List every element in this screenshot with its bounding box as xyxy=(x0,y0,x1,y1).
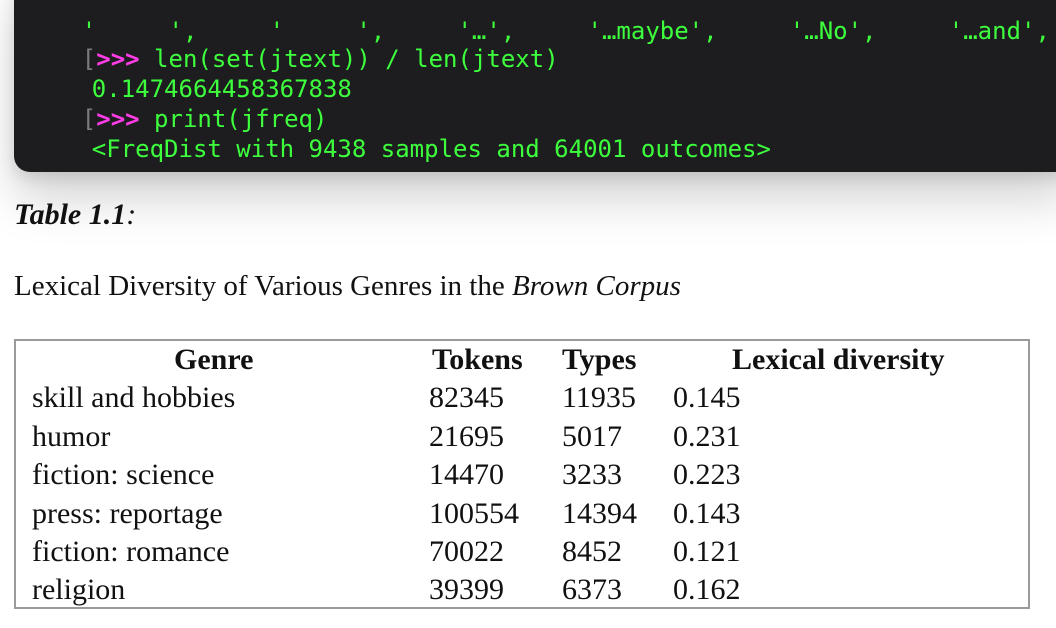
terminal-window: ' ', ' ', '…', '…maybe', '…No', '…and', … xyxy=(14,0,1056,172)
header-tokens: Tokens xyxy=(432,343,523,376)
header-genre: Genre xyxy=(174,343,254,376)
terminal-input-line[interactable]: >>> xyxy=(24,134,135,172)
caption-separator: : xyxy=(126,198,137,231)
terminal-output-line: 0.1474664458367838 xyxy=(24,44,352,103)
terminal-command-line: [>>> print(jfreq) xyxy=(24,74,328,133)
cell-lexical-diversity: 0.121 xyxy=(673,535,741,568)
cell-tokens: 21695 xyxy=(429,420,504,453)
cell-genre: press: reportage xyxy=(32,497,223,530)
cell-types: 11935 xyxy=(562,381,636,414)
cell-genre: fiction: romance xyxy=(32,535,230,568)
cell-genre: humor xyxy=(32,420,111,453)
cell-types: 5017 xyxy=(562,420,622,453)
cell-tokens: 100554 xyxy=(429,497,519,530)
cell-types: 6373 xyxy=(562,573,622,606)
table-number: Table 1.1 xyxy=(14,198,127,231)
cell-lexical-diversity: 0.231 xyxy=(673,420,741,453)
cell-lexical-diversity: 0.145 xyxy=(673,381,741,414)
terminal-output: <FreqDist with 9438 samples and 64001 ou… xyxy=(91,135,771,163)
terminal-prompt: >>> xyxy=(82,165,135,172)
cell-tokens: 82345 xyxy=(429,381,504,414)
header-types: Types xyxy=(562,343,637,376)
cell-lexical-diversity: 0.223 xyxy=(673,458,741,491)
cell-tokens: 70022 xyxy=(429,535,504,568)
table-title: Lexical Diversity of Various Genres in t… xyxy=(14,268,681,304)
terminal-command-line: [>>> len(set(jtext)) / len(jtext) xyxy=(24,14,559,73)
header-lexical-diversity: Lexical diversity xyxy=(732,343,945,376)
cell-genre: skill and hobbies xyxy=(32,381,236,414)
cell-tokens: 14470 xyxy=(429,458,504,491)
table-title-text: Lexical Diversity of Various Genres in t… xyxy=(14,270,512,302)
cell-tokens: 39399 xyxy=(429,573,504,606)
cell-lexical-diversity: 0.143 xyxy=(673,497,741,530)
cell-genre: religion xyxy=(32,573,126,606)
data-table: Genre Tokens Types Lexical diversity ski… xyxy=(14,339,1030,609)
cell-types: 8452 xyxy=(562,535,622,568)
cell-types: 14394 xyxy=(562,497,637,530)
table-title-emphasis: Brown Corpus xyxy=(511,270,681,302)
table-caption: Table 1.1: xyxy=(14,196,136,234)
cell-lexical-diversity: 0.162 xyxy=(673,573,741,606)
terminal-output-line: <FreqDist with 9438 samples and 64001 ou… xyxy=(24,104,771,163)
cell-types: 3233 xyxy=(562,458,622,491)
cell-genre: fiction: science xyxy=(32,458,215,491)
